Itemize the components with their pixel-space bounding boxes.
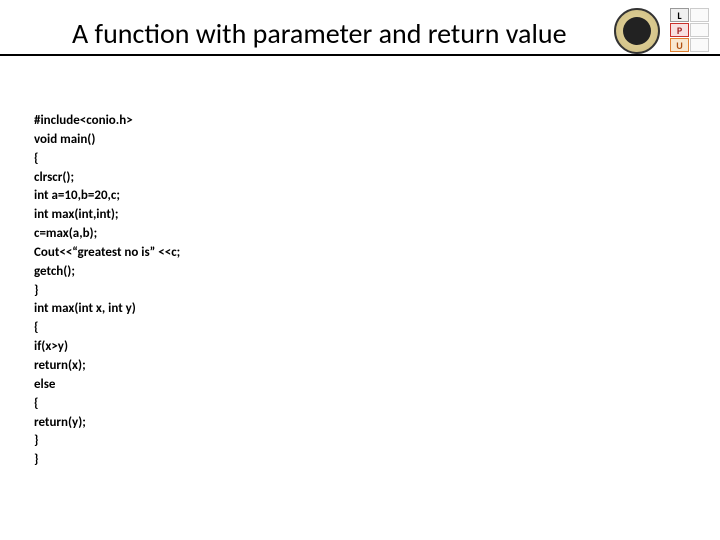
university-seal-icon	[614, 8, 660, 54]
lpu-cell-blank	[690, 8, 709, 22]
code-line: {	[34, 396, 38, 411]
code-line: }	[34, 283, 38, 298]
header-divider	[0, 54, 720, 56]
code-line: #include<conio.h>	[34, 113, 133, 128]
seal-inner-icon	[623, 17, 651, 45]
code-line: else	[34, 377, 55, 392]
code-line: int a=10,b=20,c;	[34, 188, 120, 203]
code-line: clrscr();	[34, 170, 74, 185]
lpu-cell-l: L	[670, 8, 689, 22]
code-line: {	[34, 151, 38, 166]
lpu-logo: L P U	[670, 8, 710, 53]
code-line: }	[34, 452, 38, 467]
code-line: c=max(a,b);	[34, 226, 97, 241]
code-line: if(x>y)	[34, 339, 68, 354]
code-line: Cout<<“greatest no is” <<c;	[34, 245, 180, 260]
code-line: void main()	[34, 132, 95, 147]
code-line: {	[34, 320, 38, 335]
lpu-cell-blank2	[690, 23, 709, 37]
code-line: getch();	[34, 264, 75, 279]
lpu-cell-u: U	[670, 38, 689, 52]
code-line: int max(int x, int y)	[34, 301, 136, 316]
lpu-cell-p: P	[670, 23, 689, 37]
code-line: return(y);	[34, 415, 86, 430]
code-line: }	[34, 433, 38, 448]
code-line: return(x);	[34, 358, 86, 373]
code-line: int max(int,int);	[34, 207, 119, 222]
lpu-cell-blank3	[690, 38, 709, 52]
slide-title: A function with parameter and return val…	[72, 16, 567, 51]
code-listing: #include<conio.h> void main() { clrscr()…	[34, 112, 180, 470]
